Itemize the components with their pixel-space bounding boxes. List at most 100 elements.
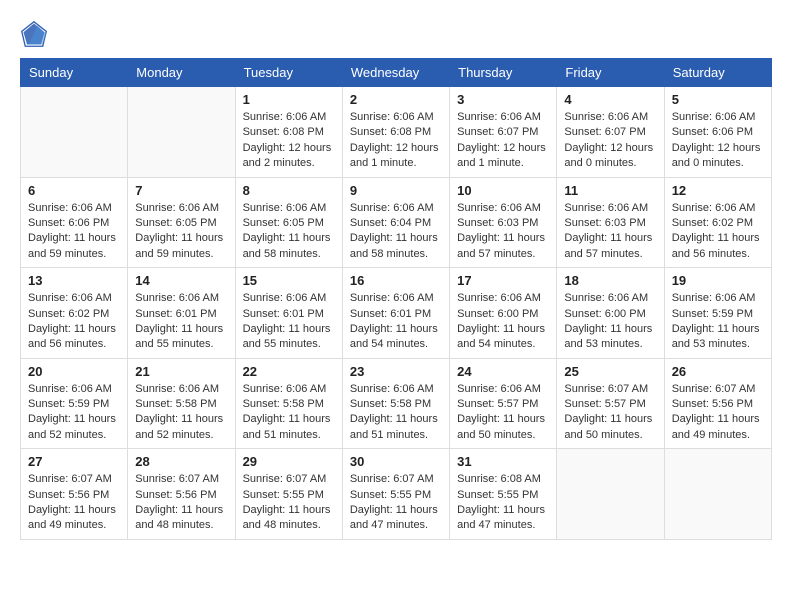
calendar-cell: 3Sunrise: 6:06 AMSunset: 6:07 PMDaylight…	[450, 87, 557, 178]
cell-line: and 57 minutes.	[457, 247, 549, 262]
calendar-cell: 8Sunrise: 6:06 AMSunset: 6:05 PMDaylight…	[235, 177, 342, 268]
day-header-sunday: Sunday	[21, 59, 128, 87]
day-number: 18	[564, 273, 656, 288]
cell-line: Daylight: 11 hours	[457, 412, 549, 427]
cell-line: and 1 minute.	[350, 156, 442, 171]
cell-line: Sunset: 6:01 PM	[243, 307, 335, 322]
day-number: 24	[457, 364, 549, 379]
cell-line: Sunset: 6:03 PM	[564, 216, 656, 231]
cell-line: Daylight: 12 hours	[350, 141, 442, 156]
day-number: 3	[457, 92, 549, 107]
cell-line: Sunrise: 6:06 AM	[135, 382, 227, 397]
day-number: 16	[350, 273, 442, 288]
cell-line: Sunrise: 6:06 AM	[350, 110, 442, 125]
calendar-cell: 28Sunrise: 6:07 AMSunset: 5:56 PMDayligh…	[128, 449, 235, 540]
cell-line: Sunrise: 6:06 AM	[457, 291, 549, 306]
cell-line: Daylight: 11 hours	[672, 322, 764, 337]
day-number: 28	[135, 454, 227, 469]
logo	[20, 20, 52, 48]
cell-line: Daylight: 12 hours	[564, 141, 656, 156]
cell-line: and 58 minutes.	[350, 247, 442, 262]
cell-line: Sunset: 5:55 PM	[457, 488, 549, 503]
cell-line: and 47 minutes.	[350, 518, 442, 533]
cell-line: Sunrise: 6:06 AM	[564, 291, 656, 306]
cell-line: Sunrise: 6:06 AM	[564, 110, 656, 125]
day-number: 12	[672, 183, 764, 198]
calendar-cell	[557, 449, 664, 540]
cell-line: Sunrise: 6:06 AM	[672, 291, 764, 306]
cell-line: Sunrise: 6:07 AM	[672, 382, 764, 397]
cell-line: Sunrise: 6:06 AM	[672, 110, 764, 125]
cell-line: Sunset: 6:05 PM	[243, 216, 335, 231]
cell-line: Daylight: 11 hours	[28, 231, 120, 246]
calendar-cell: 15Sunrise: 6:06 AMSunset: 6:01 PMDayligh…	[235, 268, 342, 359]
day-number: 9	[350, 183, 442, 198]
cell-line: Daylight: 11 hours	[350, 412, 442, 427]
cell-line: Daylight: 11 hours	[564, 231, 656, 246]
cell-line: Sunset: 6:03 PM	[457, 216, 549, 231]
calendar-cell: 4Sunrise: 6:06 AMSunset: 6:07 PMDaylight…	[557, 87, 664, 178]
cell-line: Daylight: 11 hours	[135, 322, 227, 337]
cell-line: Sunset: 5:56 PM	[672, 397, 764, 412]
cell-line: Daylight: 12 hours	[672, 141, 764, 156]
day-number: 5	[672, 92, 764, 107]
cell-line: and 52 minutes.	[135, 428, 227, 443]
day-number: 15	[243, 273, 335, 288]
header-row: SundayMondayTuesdayWednesdayThursdayFrid…	[21, 59, 772, 87]
calendar-cell: 16Sunrise: 6:06 AMSunset: 6:01 PMDayligh…	[342, 268, 449, 359]
cell-line: Sunrise: 6:06 AM	[243, 201, 335, 216]
cell-line: Sunrise: 6:06 AM	[28, 291, 120, 306]
cell-line: Sunrise: 6:06 AM	[457, 201, 549, 216]
calendar-cell: 12Sunrise: 6:06 AMSunset: 6:02 PMDayligh…	[664, 177, 771, 268]
calendar-cell: 21Sunrise: 6:06 AMSunset: 5:58 PMDayligh…	[128, 358, 235, 449]
day-number: 17	[457, 273, 549, 288]
day-number: 19	[672, 273, 764, 288]
cell-line: Daylight: 12 hours	[457, 141, 549, 156]
cell-line: and 56 minutes.	[28, 337, 120, 352]
cell-line: Sunset: 6:02 PM	[672, 216, 764, 231]
cell-line: Daylight: 11 hours	[28, 322, 120, 337]
cell-line: Sunrise: 6:06 AM	[564, 201, 656, 216]
day-number: 26	[672, 364, 764, 379]
cell-line: Daylight: 11 hours	[135, 412, 227, 427]
calendar-cell: 25Sunrise: 6:07 AMSunset: 5:57 PMDayligh…	[557, 358, 664, 449]
cell-line: Daylight: 11 hours	[457, 503, 549, 518]
cell-line: Sunset: 5:56 PM	[28, 488, 120, 503]
cell-line: Sunset: 6:01 PM	[350, 307, 442, 322]
calendar-cell: 22Sunrise: 6:06 AMSunset: 5:58 PMDayligh…	[235, 358, 342, 449]
cell-line: Sunset: 5:59 PM	[28, 397, 120, 412]
calendar-cell	[664, 449, 771, 540]
day-number: 4	[564, 92, 656, 107]
cell-line: Sunset: 6:00 PM	[564, 307, 656, 322]
calendar-table: SundayMondayTuesdayWednesdayThursdayFrid…	[20, 58, 772, 540]
cell-line: Sunset: 6:01 PM	[135, 307, 227, 322]
cell-line: and 51 minutes.	[243, 428, 335, 443]
cell-line: Sunset: 5:55 PM	[243, 488, 335, 503]
cell-line: Daylight: 11 hours	[243, 322, 335, 337]
calendar-cell: 10Sunrise: 6:06 AMSunset: 6:03 PMDayligh…	[450, 177, 557, 268]
cell-line: Daylight: 11 hours	[135, 231, 227, 246]
cell-line: Sunset: 5:57 PM	[564, 397, 656, 412]
day-header-thursday: Thursday	[450, 59, 557, 87]
calendar-cell: 13Sunrise: 6:06 AMSunset: 6:02 PMDayligh…	[21, 268, 128, 359]
day-number: 30	[350, 454, 442, 469]
calendar-cell: 2Sunrise: 6:06 AMSunset: 6:08 PMDaylight…	[342, 87, 449, 178]
cell-line: and 55 minutes.	[243, 337, 335, 352]
day-number: 8	[243, 183, 335, 198]
cell-line: Sunset: 6:06 PM	[28, 216, 120, 231]
calendar-cell: 31Sunrise: 6:08 AMSunset: 5:55 PMDayligh…	[450, 449, 557, 540]
cell-line: Daylight: 11 hours	[350, 231, 442, 246]
cell-line: Sunset: 5:58 PM	[243, 397, 335, 412]
cell-line: Daylight: 11 hours	[672, 412, 764, 427]
cell-line: and 58 minutes.	[243, 247, 335, 262]
cell-line: and 56 minutes.	[672, 247, 764, 262]
cell-line: Sunset: 5:57 PM	[457, 397, 549, 412]
cell-line: and 0 minutes.	[564, 156, 656, 171]
cell-line: and 50 minutes.	[457, 428, 549, 443]
logo-icon	[20, 20, 48, 48]
week-row-1: 1Sunrise: 6:06 AMSunset: 6:08 PMDaylight…	[21, 87, 772, 178]
cell-line: and 49 minutes.	[28, 518, 120, 533]
cell-line: Sunset: 5:55 PM	[350, 488, 442, 503]
cell-line: Daylight: 11 hours	[457, 231, 549, 246]
day-header-monday: Monday	[128, 59, 235, 87]
